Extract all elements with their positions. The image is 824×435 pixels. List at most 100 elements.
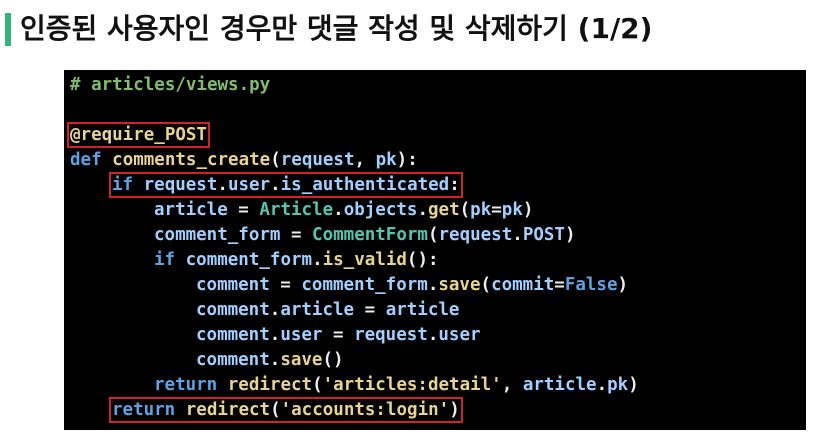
code-token: save [438, 275, 481, 295]
page-title: 인증된 사용자인 경우만 댓글 작성 및 삭제하기 (1/2) [20, 12, 653, 45]
code-token: comment [196, 350, 270, 370]
code-token: request [354, 325, 428, 345]
code-token: pk [470, 200, 492, 220]
code-token: . [333, 200, 344, 220]
code-token: . [269, 300, 281, 320]
code-line: return redirect('accounts:login') [109, 397, 463, 423]
code-token: comment [196, 275, 270, 295]
code-token: comment [196, 325, 270, 345]
code-token: = [280, 225, 313, 245]
code-token: pk [607, 375, 629, 395]
code-line: # articles/views.py [70, 73, 270, 98]
code-line: @require_POST [67, 122, 210, 148]
code-token: save [280, 350, 323, 370]
code-token: get [428, 200, 460, 220]
code-token: () [322, 350, 344, 370]
code-token: commit [491, 275, 555, 295]
code-token: . [269, 350, 281, 370]
code-token: ( [459, 200, 471, 220]
code-token: is_authenticated [280, 175, 450, 195]
code-token: , [354, 150, 376, 170]
code-token: request [143, 175, 218, 195]
code-token: def [70, 150, 102, 170]
code-token: return [154, 375, 218, 395]
code-line: comment = comment_form.save(commit=False… [196, 273, 628, 298]
code-token: request [438, 225, 513, 245]
code-token: ( [427, 225, 439, 245]
code-token: = [227, 200, 260, 220]
code-highlight-box: return redirect('accounts:login') [109, 397, 463, 423]
code-line-content: return redirect('articles:detail', artic… [154, 375, 639, 395]
code-token: is_valid [322, 250, 407, 270]
code-token: . [427, 325, 439, 345]
code-line: def comments_create(request, pk): [70, 148, 418, 173]
code-token: Article [259, 200, 334, 220]
code-line-content: if comment_form.is_valid(): [154, 250, 439, 270]
code-token: user [227, 175, 271, 195]
code-token: = [491, 200, 502, 220]
code-token: objects [343, 200, 418, 220]
code-token: comments_create [112, 150, 271, 170]
code-token: : [449, 175, 460, 195]
code-token: ) [628, 375, 639, 395]
code-token: = [269, 275, 302, 295]
code-token: ( [480, 275, 492, 295]
code-line-content: comment.save() [196, 350, 344, 370]
code-line: if request.user.is_authenticated: [109, 172, 463, 198]
code-line: comment.user = request.user [196, 323, 481, 348]
code-token: ) [522, 200, 534, 220]
code-line-content: comment_form = CommentForm(request.POST) [154, 225, 576, 245]
code-token: pk [375, 150, 397, 170]
code-token: . [427, 275, 439, 295]
code-token: = [554, 275, 565, 295]
code-token: ) [564, 225, 576, 245]
code-token: redirect [185, 400, 271, 420]
code-token: if [154, 250, 176, 270]
code-token: . [417, 200, 428, 220]
code-token: comment_form [301, 275, 428, 295]
code-token: ) [617, 275, 629, 295]
code-token: False [564, 275, 618, 295]
code-block: # articles/views.py @require_POSTdef comm… [64, 70, 806, 430]
code-token: request [280, 150, 355, 170]
code-token: ) [449, 400, 460, 420]
code-line-content: def comments_create(request, pk): [70, 150, 418, 170]
code-line-content: comment = comment_form.save(commit=False… [196, 275, 628, 295]
code-token: POST [522, 225, 565, 245]
code-token: article [522, 375, 597, 395]
code-token: 'articles:detail' [322, 375, 502, 395]
code-token: 'accounts:login' [280, 400, 450, 420]
code-token: @require_POST [70, 125, 207, 145]
code-token: user [438, 325, 481, 345]
code-token: = [322, 325, 355, 345]
code-token: ( [270, 150, 281, 170]
code-token: if [112, 175, 134, 195]
code-line-content: comment.user = request.user [196, 325, 481, 345]
code-token: # articles/views.py [70, 75, 271, 95]
code-token: comment_form [154, 225, 281, 245]
code-token: , [501, 375, 523, 395]
code-token: pk [501, 200, 523, 220]
code-highlight-box: if request.user.is_authenticated: [109, 172, 463, 198]
code-line: comment.article = article [196, 298, 459, 323]
code-line-content: comment.article = article [196, 300, 459, 320]
code-line-content: article = Article.objects.get(pk=pk) [154, 200, 533, 220]
code-token: article [385, 300, 460, 320]
code-token: article [280, 300, 355, 320]
code-token: . [217, 175, 228, 195]
code-token: . [270, 175, 281, 195]
code-token: redirect [227, 375, 313, 395]
code-line: comment_form = CommentForm(request.POST) [154, 223, 576, 248]
code-token: comment_form [185, 250, 313, 270]
code-token: (): [406, 250, 439, 270]
code-highlight-box: @require_POST [67, 122, 210, 148]
code-token: return [112, 400, 176, 420]
code-token: CommentForm [312, 225, 428, 245]
code-line: if comment_form.is_valid(): [154, 248, 439, 273]
code-line-content: # articles/views.py [70, 75, 270, 95]
